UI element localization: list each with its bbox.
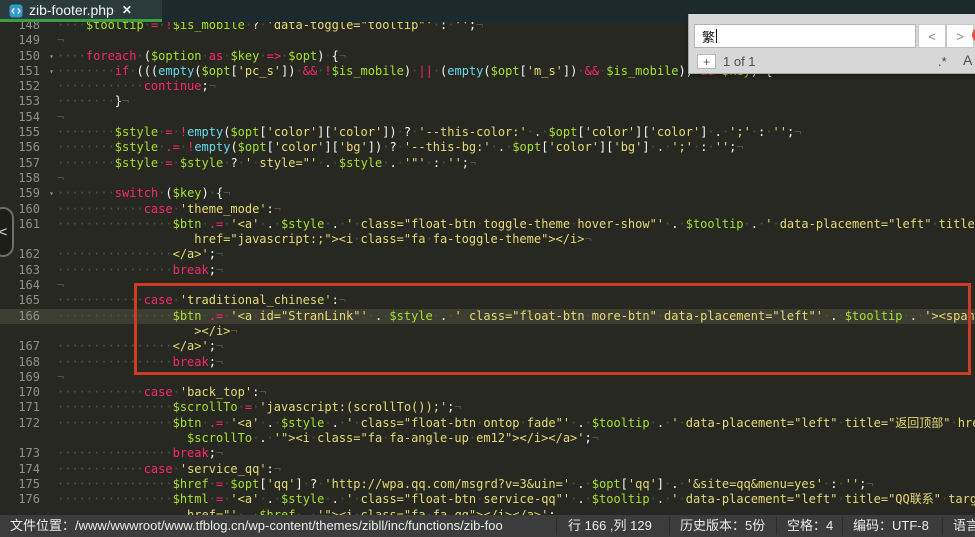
code-row: 176················$html·=·'<a'·.·$style… <box>0 492 975 507</box>
indent-spaces[interactable]: 空格：4 <box>787 515 833 537</box>
file-encoding[interactable]: 编码：UTF-8 <box>853 515 929 537</box>
statusbar-divider <box>669 517 670 535</box>
code-row: 156········$style·.=·!empty($opt['color'… <box>0 140 975 155</box>
toggle-replace-button[interactable]: + <box>697 54 716 69</box>
file-location-label: 文件位置： <box>10 518 75 533</box>
code-row: 155········$style·=·!empty($opt['color']… <box>0 125 975 140</box>
search-input[interactable]: 繁 <box>694 24 916 48</box>
search-panel: 繁 < > + 1 of 1 .* A <box>688 14 975 74</box>
code-row: 168················break;¬ <box>0 355 975 370</box>
code-row: 169¬ <box>0 370 975 385</box>
chevron-left-icon: < <box>928 29 936 44</box>
code-row: 152············continue;¬ <box>0 79 975 94</box>
code-row: 159▾········switch·($key)·{¬ <box>0 186 975 201</box>
code-row: 166················$btn·.=·'<a·id="Stran… <box>0 309 975 324</box>
statusbar-divider <box>942 517 943 535</box>
line-number[interactable]: 166 <box>0 309 57 324</box>
code-row: 165············case·'traditional_chinese… <box>0 293 975 308</box>
regex-toggle-button[interactable]: .* <box>938 54 947 69</box>
code-row: 162················</a>';¬ <box>0 247 975 262</box>
fold-arrow-icon[interactable]: ▾ <box>49 64 54 79</box>
line-number[interactable]: 149 <box>0 33 57 48</box>
code-row: href="'·.·$href·.·'"><i·class="fa·fa-qq"… <box>0 508 975 516</box>
status-bar: 文件位置：/www/wwwroot/www.tfblog.cn/wp-conte… <box>0 515 975 537</box>
line-number[interactable]: 157 <box>0 156 57 171</box>
text-caret <box>716 29 717 43</box>
line-number[interactable]: 153 <box>0 94 57 109</box>
statusbar-divider <box>776 517 777 535</box>
line-number[interactable]: 175 <box>0 477 57 492</box>
line-number[interactable]: 174 <box>0 462 57 477</box>
line-number[interactable]: 163 <box>0 263 57 278</box>
code-rows: 148····$tooltip·=·!$is_mobile·?·'data-to… <box>0 22 975 515</box>
line-number[interactable]: 148 <box>0 22 57 33</box>
code-row: 157········$style·=·$style·?·'·style="'·… <box>0 156 975 171</box>
php-file-icon <box>9 3 23 17</box>
tab-title: zib-footer.php <box>29 2 114 18</box>
line-number[interactable]: 154 <box>0 110 57 125</box>
active-tab-underline <box>0 19 162 22</box>
code-row: 175················$href·=·$opt['qq']·?·… <box>0 477 975 492</box>
line-number[interactable]: 170 <box>0 385 57 400</box>
line-number[interactable]: 156 <box>0 140 57 155</box>
find-previous-button[interactable]: < <box>918 24 946 48</box>
tab-zib-footer[interactable]: zib-footer.php ✕ <box>0 0 162 19</box>
fold-arrow-icon[interactable]: ▾ <box>49 186 54 201</box>
history-versions[interactable]: 历史版本：5份 <box>680 515 765 537</box>
cursor-position: 行 166 ,列 129 <box>568 515 652 537</box>
line-number[interactable]: 150▾ <box>0 49 57 64</box>
code-row: 171················$scrollTo·=·'javascri… <box>0 400 975 415</box>
line-number[interactable]: 168 <box>0 355 57 370</box>
language-label[interactable]: 语言 <box>953 515 975 537</box>
line-number[interactable]: 165 <box>0 293 57 308</box>
search-query: 繁 <box>702 27 715 46</box>
code-row: 167················</a>';¬ <box>0 339 975 354</box>
line-number[interactable]: 167 <box>0 339 57 354</box>
sidebar-collapse-handle[interactable]: < <box>0 207 14 257</box>
statusbar-divider <box>556 517 557 535</box>
line-number[interactable]: 151▾ <box>0 64 57 79</box>
code-row: 153········}¬ <box>0 94 975 109</box>
close-icon[interactable]: ✕ <box>122 3 132 17</box>
code-row: 161················$btn·.=·'<a'·.·$style… <box>0 217 975 232</box>
code-row: 173················break;¬ <box>0 446 975 461</box>
plus-icon: + <box>703 55 710 69</box>
line-number[interactable]: 159▾ <box>0 186 57 201</box>
code-row: 174············case·'service_qq':¬ <box>0 462 975 477</box>
line-number[interactable]: 171 <box>0 400 57 415</box>
statusbar-divider <box>842 517 843 535</box>
match-counter: 1 of 1 <box>723 54 756 69</box>
find-next-button[interactable]: > <box>946 24 974 48</box>
line-number[interactable]: 172 <box>0 416 57 431</box>
code-row: 154¬ <box>0 110 975 125</box>
line-number[interactable]: 158 <box>0 171 57 186</box>
line-number[interactable]: 155 <box>0 125 57 140</box>
code-row: $scrollTo·.·'"><i·class="fa·fa-angle-up·… <box>0 431 975 446</box>
file-location: 文件位置：/www/wwwroot/www.tfblog.cn/wp-conte… <box>10 515 550 537</box>
code-editor[interactable]: 148····$tooltip·=·!$is_mobile·?·'data-to… <box>0 22 975 515</box>
code-row: 163················break;¬ <box>0 263 975 278</box>
case-sensitive-toggle-button[interactable]: A <box>963 52 972 68</box>
line-number[interactable]: 169 <box>0 370 57 385</box>
line-number[interactable]: 152 <box>0 79 57 94</box>
code-row: 172················$btn·.=·'<a'·.·$style… <box>0 416 975 431</box>
code-row: 158¬ <box>0 171 975 186</box>
code-row: 164¬ <box>0 278 975 293</box>
code-row: 160············case·'theme_mode':¬ <box>0 202 975 217</box>
chevron-right-icon: > <box>956 29 964 44</box>
bt-panel-file-editor: { "colors": { "editor_bg": "#272822", "t… <box>0 0 975 537</box>
code-row: href="javascript:;"><i·class="fa·fa-togg… <box>0 232 975 247</box>
code-row: 170············case·'back_top':¬ <box>0 385 975 400</box>
file-path: /www/wwwroot/www.tfblog.cn/wp-content/th… <box>75 518 503 533</box>
line-number[interactable]: 173 <box>0 446 57 461</box>
code-row: ></i>¬ <box>0 324 975 339</box>
fold-arrow-icon[interactable]: ▾ <box>49 49 54 64</box>
line-number[interactable]: 176 <box>0 492 57 507</box>
line-number[interactable]: 164 <box>0 278 57 293</box>
chevron-left-icon: < <box>0 225 8 240</box>
